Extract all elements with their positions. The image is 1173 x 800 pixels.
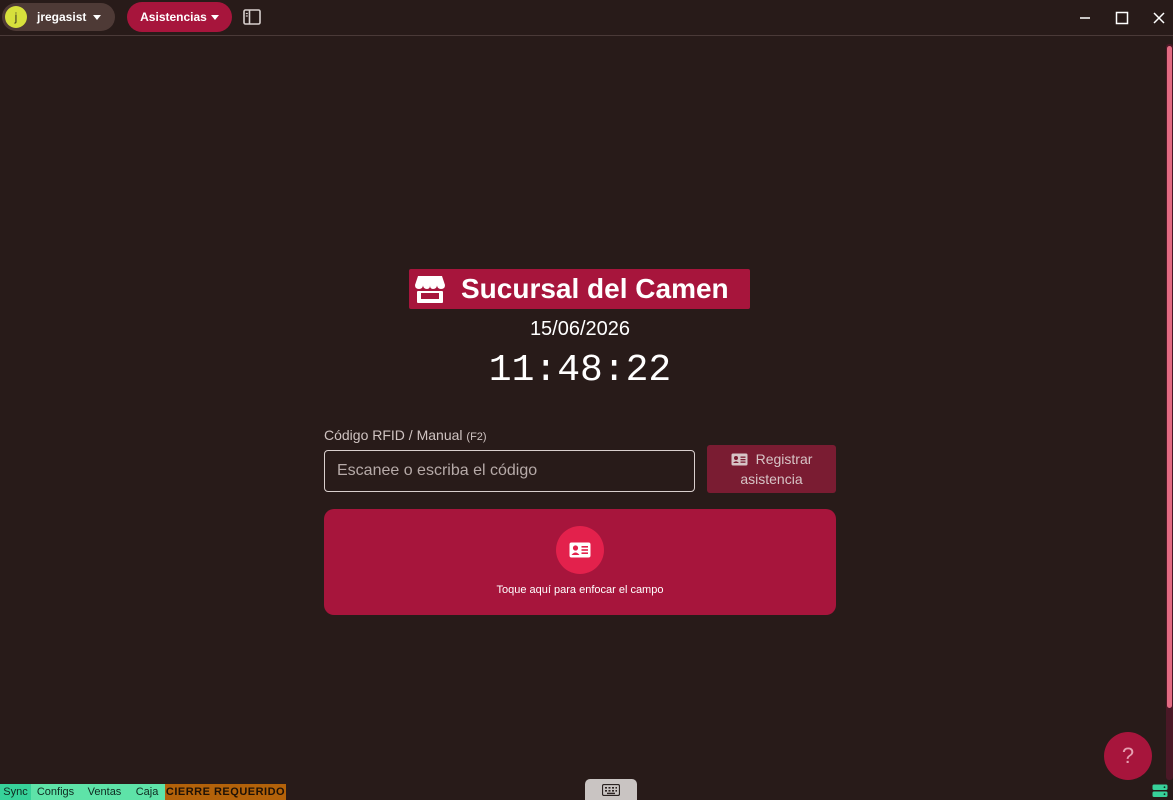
id-card-badge: [556, 526, 604, 574]
title-bar: j jregasist Asistencias: [0, 0, 1173, 36]
id-card-icon: [731, 453, 748, 466]
code-field-label-text: Código RFID / Manual: [324, 427, 463, 443]
register-label-line2: asistencia: [740, 471, 803, 487]
minimize-icon[interactable]: [1075, 8, 1095, 28]
help-label: ?: [1121, 743, 1135, 768]
on-screen-keyboard-button[interactable]: [585, 779, 637, 800]
store-icon: [415, 276, 445, 303]
branch-name: Sucursal del Camen: [461, 273, 729, 304]
user-name: jregasist: [37, 10, 87, 24]
branch-header: Sucursal del Camen: [409, 269, 750, 309]
code-field-label: Código RFID / Manual (F2): [324, 427, 487, 443]
avatar: j: [5, 6, 27, 28]
status-badge-configs[interactable]: Configs: [31, 784, 80, 800]
code-input[interactable]: [324, 450, 695, 492]
module-selector-button[interactable]: Asistencias: [127, 2, 232, 32]
module-label: Asistencias: [140, 10, 207, 24]
register-attendance-button[interactable]: Registrar asistencia: [707, 445, 836, 493]
chevron-down-icon: [93, 14, 102, 20]
shortcut-hint: (F2): [466, 431, 487, 443]
status-badge-ventas[interactable]: Ventas: [80, 784, 129, 800]
focus-hint-text: Toque aquí para enfocar el campo: [496, 584, 664, 596]
user-menu-button[interactable]: j jregasist: [2, 3, 115, 31]
help-button[interactable]: ?: [1104, 732, 1152, 780]
close-icon[interactable]: [1149, 8, 1169, 28]
current-date: 15/06/2026: [529, 318, 631, 340]
status-badge-caja[interactable]: Caja: [129, 784, 165, 800]
server-status-icon[interactable]: [1152, 784, 1168, 798]
scrollbar-thumb[interactable]: [1167, 46, 1172, 708]
status-badge-sync[interactable]: Sync: [0, 784, 31, 800]
register-label-line1: Registrar: [755, 451, 813, 467]
status-badge-cierre[interactable]: CIERRE REQUERIDO: [165, 784, 286, 800]
id-card-icon: [569, 542, 591, 558]
focus-field-panel[interactable]: Toque aquí para enfocar el campo: [324, 509, 836, 615]
register-attendance-label: Registrar asistencia: [731, 449, 813, 489]
chevron-down-icon: [210, 14, 219, 20]
current-time: 11:48:22: [488, 349, 672, 392]
maximize-icon[interactable]: [1112, 8, 1132, 28]
keyboard-icon: [602, 783, 620, 796]
sidebar-toggle-icon[interactable]: [243, 9, 261, 25]
